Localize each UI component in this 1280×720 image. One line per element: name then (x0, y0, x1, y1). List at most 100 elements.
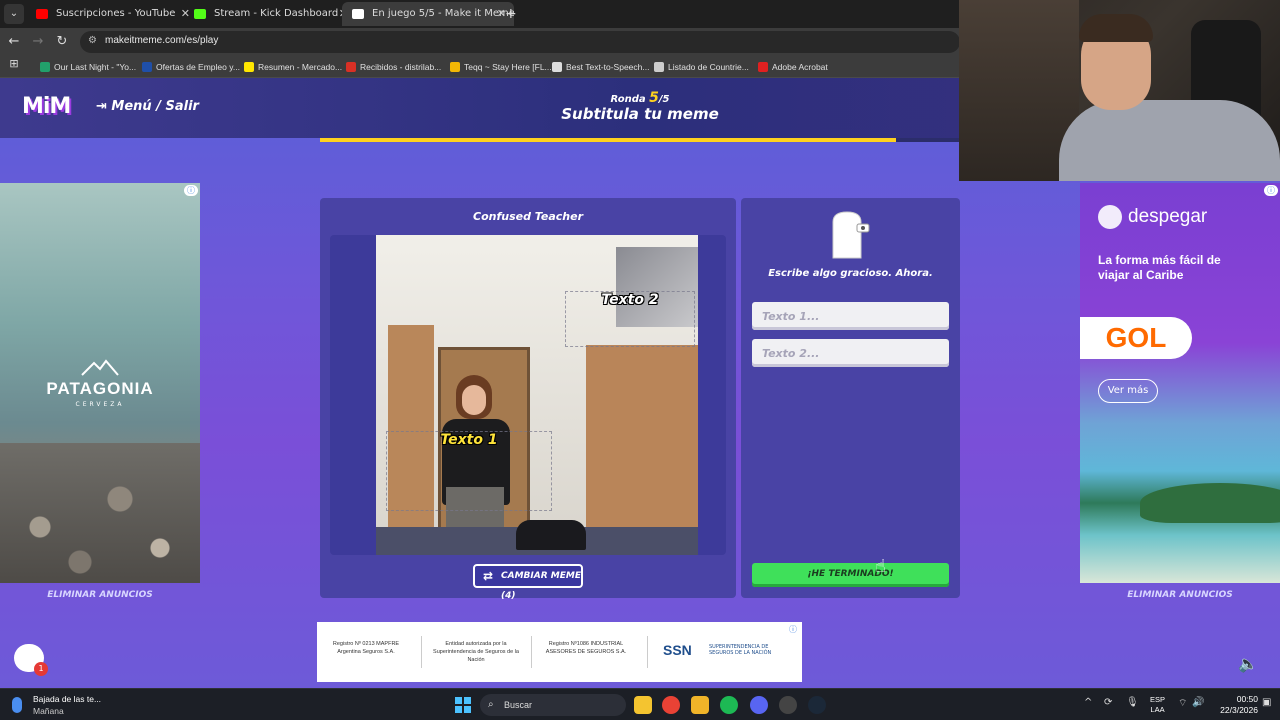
clock-date: 22/3/2026 (1220, 705, 1258, 715)
round-timer-fill (320, 138, 896, 142)
spotify-icon[interactable] (720, 696, 738, 714)
discord-icon[interactable] (750, 696, 768, 714)
tab-make-it-meme[interactable]: En juego 5/5 - Make it Meme ✕ (342, 2, 514, 26)
url-text: makeitmeme.com/es/play (105, 35, 219, 46)
caption-hint: Escribe algo gracioso. Ahora. (768, 268, 933, 279)
file-explorer-icon[interactable] (634, 696, 652, 714)
ad-info-icon[interactable]: ⓘ (184, 185, 198, 196)
bookmark-label: Recibidos - distrilab... (360, 62, 442, 72)
bookmark-label: Resumen - Mercado... (258, 62, 343, 72)
wifi-icon[interactable]: ⌔ (1178, 697, 1187, 710)
bookmark-item[interactable]: Best Text-to-Speech... (552, 60, 649, 74)
ad-text-3: Registro Nº1086 INDUSTRIAL ASESORES DE S… (545, 641, 627, 655)
bookmark-favicon-icon (346, 62, 356, 72)
clock[interactable]: 00:50 22/3/2026 (1210, 694, 1258, 716)
tab-title: En juego 5/5 - Make it Meme (372, 8, 514, 19)
chevron-up-icon[interactable]: ^ (1084, 697, 1092, 708)
adobe-acrobat-icon (758, 62, 768, 72)
tab-kick[interactable]: Stream - Kick Dashboard ✕ (184, 2, 356, 26)
forward-arrow-icon[interactable]: → (30, 34, 46, 50)
meme-bag (516, 520, 586, 550)
bookmark-item[interactable]: Our Last Night - "Yo... (40, 60, 136, 74)
round-current: 5 (649, 90, 659, 106)
tab-search-button[interactable]: ⌄ (4, 4, 24, 24)
ad-patagonia[interactable]: PATAGONIA CERVEZA ⓘ (0, 183, 200, 583)
weather-icon[interactable] (12, 697, 22, 713)
despegar-logo-icon (1098, 205, 1122, 229)
kick-icon (194, 9, 206, 19)
bookmark-item[interactable]: Ofertas de Empleo y... (142, 60, 240, 74)
tab-youtube[interactable]: Suscripciones - YouTube ✕ (26, 2, 198, 26)
webcam-overlay (959, 0, 1280, 181)
chat-button[interactable]: 1 (14, 644, 48, 676)
remove-ads-link-right[interactable]: ELIMINAR ANUNCIOS (1080, 590, 1280, 600)
tab-title: Stream - Kick Dashboard (214, 8, 339, 19)
ad-banner-bottom[interactable]: Registro Nº 0213 MAPFRE Argentina Seguro… (317, 622, 802, 682)
mountain-logo-icon (81, 359, 119, 376)
round-indicator: Ronda 5/5 (560, 90, 720, 106)
bookmark-item[interactable]: Resumen - Mercado... (244, 60, 342, 74)
bookmark-item[interactable]: Adobe Acrobat (758, 60, 828, 74)
ad-tagline: La forma más fácil de viajar al Caribe (1098, 253, 1221, 282)
bookmark-item[interactable]: Listado de Countrie... (654, 60, 749, 74)
speaker-icon[interactable]: 🔈 (1238, 654, 1258, 673)
bookmark-label: Teqq ~ Stay Here [FL... (464, 62, 552, 72)
done-button[interactable]: ¡HE TERMINADO! (752, 563, 949, 587)
ad-despegar[interactable]: despegar La forma más fácil de viajar al… (1080, 183, 1280, 583)
site-info-icon[interactable]: ⚙ (88, 35, 102, 49)
ad-info-icon[interactable]: ⓘ (786, 624, 800, 635)
swap-icon: ⇄ (483, 569, 494, 583)
bookmark-label: Our Last Night - "Yo... (54, 62, 137, 72)
search-icon: ⌕ (488, 699, 494, 710)
steam-icon[interactable] (808, 696, 826, 714)
bookmark-favicon-icon (552, 62, 562, 72)
webcam-person-hair (1079, 14, 1153, 42)
caption-input-2[interactable] (752, 339, 949, 367)
obs-icon[interactable] (779, 696, 797, 714)
sync-icon[interactable]: ⟳ (1104, 697, 1112, 708)
remove-ads-link-left[interactable]: ELIMINAR ANUNCIOS (0, 590, 200, 600)
microphone-icon[interactable]: 🎙 (1126, 697, 1139, 708)
menu-exit-link[interactable]: ⇥ Menú / Salir (96, 99, 199, 114)
reload-icon[interactable]: ↻ (54, 34, 70, 50)
meme-image: Texto 2 Texto 1 (376, 235, 698, 555)
change-meme-button[interactable]: ⇄ CAMBIAR MEME (4) (473, 564, 583, 601)
round-prefix: Ronda (610, 94, 646, 105)
ad-cta-button[interactable]: Ver más (1098, 379, 1158, 403)
site-logo[interactable]: MiM (22, 94, 71, 119)
caption-input-1[interactable] (752, 302, 949, 330)
gol-logo: GOL (1080, 317, 1192, 359)
windows-taskbar: Bajada de las te... Mañana ⌕ Buscar ^ ⟳ … (0, 688, 1280, 720)
ad-divider (531, 636, 532, 668)
new-tab-button[interactable]: + (505, 4, 521, 24)
chrome-icon[interactable] (662, 696, 680, 714)
bookmark-label: Ofertas de Empleo y... (156, 62, 240, 72)
bookmark-item[interactable]: Teqq ~ Stay Here [FL... (450, 60, 552, 74)
ssn-logo: SSN (663, 642, 692, 658)
folder-icon[interactable] (691, 696, 709, 714)
taskbar-search[interactable]: ⌕ Buscar (480, 694, 626, 716)
bookmark-item[interactable]: Recibidos - distrilab... (346, 60, 441, 74)
notification-icon[interactable]: ▣ (1262, 697, 1271, 708)
ad-info-icon[interactable]: ⓘ (1264, 185, 1278, 196)
weather-title[interactable]: Bajada de las te... (33, 694, 101, 704)
bookmark-favicon-icon (450, 62, 460, 72)
back-arrow-icon[interactable]: ← (6, 34, 22, 50)
language-indicator[interactable]: ESP LAA (1150, 695, 1165, 715)
meme-title: Confused Teacher (473, 210, 583, 223)
text-slot-2: Texto 2 (565, 291, 695, 347)
language-top: ESP (1150, 695, 1166, 704)
apps-grid-icon[interactable]: ⊞ (6, 56, 22, 72)
ad-background-image (0, 443, 200, 583)
bookmark-favicon-icon (40, 62, 50, 72)
ad-brand-sub: CERVEZA (75, 401, 125, 408)
chat-badge: 1 (34, 662, 48, 676)
bookmark-label: Listado de Countrie... (668, 62, 749, 72)
volume-icon[interactable]: 🔊 (1192, 697, 1204, 708)
windows-start-icon[interactable] (455, 697, 471, 713)
meme-cabinet (586, 345, 698, 555)
weather-subtitle: Mañana (33, 706, 64, 716)
address-bar[interactable]: ⚙ makeitmeme.com/es/play (80, 31, 960, 53)
make-it-meme-icon (352, 9, 364, 19)
ad-divider (421, 636, 422, 668)
